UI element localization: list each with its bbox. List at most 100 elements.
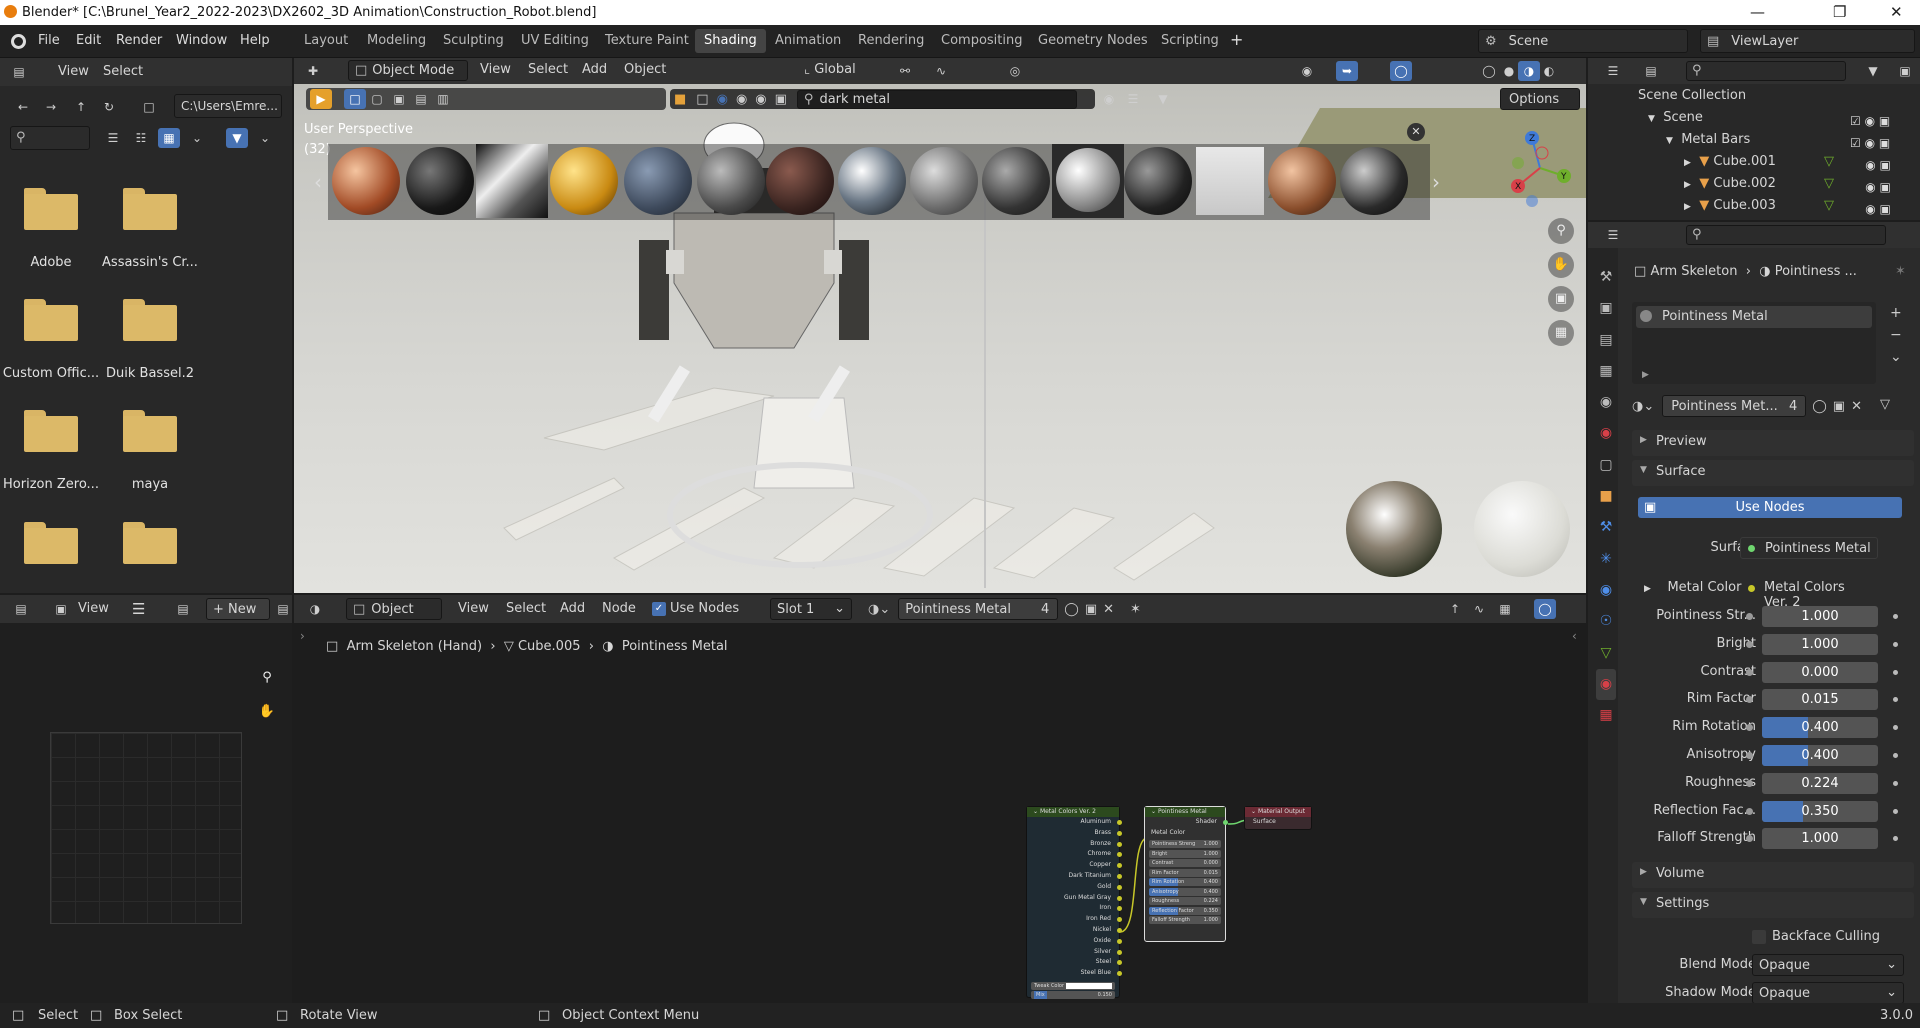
node-param-field[interactable]: Roughness 0.224: [1149, 897, 1221, 906]
socket-icon[interactable]: [1117, 895, 1122, 901]
ne-select-menu[interactable]: Select: [506, 601, 546, 616]
outliner-item-cube002[interactable]: ▶ ▼ Cube.002: [1684, 176, 1776, 191]
material-thumb[interactable]: [406, 147, 474, 215]
node-editor-panel[interactable]: ◑ □ Object View Select Add Node ✓ Use Nod…: [294, 595, 1586, 1003]
material-datablock[interactable]: ◑⌄ Pointiness Met... 4 ◯ ▣ ✕: [1632, 395, 1862, 417]
pin-icon[interactable]: ✶: [1895, 264, 1906, 279]
material-thumb[interactable]: [1196, 147, 1264, 215]
world-tab-icon[interactable]: ◉: [1596, 418, 1616, 449]
node-param-field[interactable]: Rim Factor 0.015: [1149, 868, 1221, 877]
pin-icon[interactable]: ✶: [1130, 602, 1141, 617]
fb-search-input[interactable]: ⚲: [10, 126, 90, 150]
collection-tab-icon[interactable]: ▢: [1596, 450, 1616, 481]
camera-icon[interactable]: ▣: [1548, 286, 1574, 312]
select-intersect-icon[interactable]: ▥: [432, 89, 454, 109]
orientation-dropdown[interactable]: ⌞ Global: [804, 62, 856, 77]
tab-geometry-nodes[interactable]: Geometry Nodes: [1029, 29, 1157, 53]
node-param-field[interactable]: Bright 1.000: [1149, 849, 1221, 858]
blend-mode-dropdown[interactable]: Opaque ⌄: [1752, 954, 1904, 976]
asset-obj-icon[interactable]: ◉: [736, 92, 747, 107]
pivot-icon[interactable]: ⚯: [894, 61, 916, 81]
view-layer-tab-icon[interactable]: ▦: [1596, 356, 1616, 387]
folder-icon[interactable]: [123, 299, 177, 341]
surface-shader-field[interactable]: Pointiness Metal: [1740, 537, 1878, 559]
menu-edit[interactable]: Edit: [76, 33, 101, 48]
tab-scripting[interactable]: Scripting: [1152, 29, 1228, 53]
param-slider[interactable]: 0.350: [1762, 800, 1878, 822]
outliner-item-cube003[interactable]: ▶ ▼ Cube.003: [1684, 198, 1776, 213]
select-subtract-icon[interactable]: ▣: [388, 89, 410, 109]
solid-shading-icon[interactable]: ●: [1498, 61, 1520, 81]
snap-icon[interactable]: ∿: [930, 61, 952, 81]
scene-collection-label[interactable]: Scene Collection: [1638, 88, 1746, 103]
new-collection-icon[interactable]: ▣: [1894, 61, 1916, 81]
asset-world-icon[interactable]: ◉: [717, 92, 728, 107]
visibility-icon[interactable]: ◉: [1296, 61, 1318, 81]
add-slot-icon[interactable]: +: [1890, 302, 1902, 324]
folder-icon[interactable]: [24, 188, 78, 230]
pan-hand-icon[interactable]: ✋: [1548, 252, 1574, 278]
fake-user-icon[interactable]: ◯: [1812, 399, 1827, 414]
select-box-icon[interactable]: □: [344, 89, 366, 109]
folder-icon[interactable]: [123, 188, 177, 230]
wireframe-shading-icon[interactable]: ◯: [1478, 61, 1500, 81]
keyframe-icon[interactable]: [1893, 780, 1898, 786]
socket-icon[interactable]: [1117, 820, 1122, 825]
filter-dropdown-icon[interactable]: ⌄: [254, 128, 276, 148]
mesh-data-icon[interactable]: ▽: [1824, 154, 1834, 169]
open-image-icon[interactable]: ▤: [272, 599, 294, 619]
slot-menu-icon[interactable]: ⌄: [1890, 346, 1902, 368]
param-slider[interactable]: 1.000: [1762, 633, 1878, 655]
vp-view-menu[interactable]: View: [480, 62, 511, 77]
chevron-down-icon[interactable]: ⌄: [186, 128, 208, 148]
properties-tabs[interactable]: ⚒ ▣ ▤ ▦ ◉ ◉ ▢ ■ ⚒ ✳ ◉ ☉ ▽ ◉ ▦: [1596, 262, 1616, 731]
editor-type-icon[interactable]: ✚: [302, 61, 324, 81]
socket-icon[interactable]: [1117, 884, 1122, 890]
fb-view-menu[interactable]: View: [58, 64, 89, 79]
parent-dir-icon[interactable]: ↑: [70, 97, 92, 117]
select-tool-icon[interactable]: ▶: [310, 89, 332, 109]
forward-icon[interactable]: →: [40, 97, 62, 117]
ne-node-menu[interactable]: Node: [602, 601, 636, 616]
node-editor-type-icon[interactable]: ◑: [304, 599, 326, 619]
material-thumb[interactable]: [1124, 147, 1192, 215]
blender-logo-icon[interactable]: [11, 34, 26, 49]
keyframe-icon[interactable]: [1893, 808, 1898, 814]
socket-icon[interactable]: [1117, 830, 1122, 836]
visibility-toggles[interactable]: ☑ ◉ ▣ ☑ ◉ ▣ ◉ ▣ ◉ ▣ ◉ ▣: [1850, 110, 1891, 220]
vp-add-menu[interactable]: Add: [582, 62, 607, 77]
tab-compositing[interactable]: Compositing: [932, 29, 1032, 53]
image-browse-icon[interactable]: ▤: [172, 599, 194, 619]
fb-path-field[interactable]: C:\Users\Emre...: [174, 94, 282, 118]
folder-icon[interactable]: [24, 299, 78, 341]
node-param-field[interactable]: Anisotropy 0.400: [1149, 887, 1221, 896]
material-slot-item[interactable]: Pointiness Metal: [1636, 306, 1872, 328]
metal-color-field[interactable]: Metal Colors Ver. 2: [1740, 577, 1878, 610]
param-slider[interactable]: 0.224: [1762, 772, 1878, 794]
material-thumb[interactable]: [766, 147, 834, 215]
tab-shading[interactable]: Shading: [695, 29, 766, 53]
node-material-output[interactable]: ⌄ Material Output Surface: [1244, 806, 1312, 830]
minimize-icon[interactable]: —: [1750, 3, 1765, 21]
outliner-filter-icon[interactable]: ▼: [1862, 61, 1884, 81]
socket-icon[interactable]: [1117, 938, 1122, 944]
tab-sculpting[interactable]: Sculpting: [434, 29, 513, 53]
display-mode-icon[interactable]: ▤: [1640, 61, 1662, 81]
slot-dropdown[interactable]: Slot 1 ⌄: [770, 598, 852, 620]
param-slider[interactable]: 0.000: [1762, 661, 1878, 683]
close-icon[interactable]: ✕: [1890, 3, 1903, 21]
chevron-right-icon[interactable]: ›: [300, 629, 305, 643]
node-param-field[interactable]: Contrast 0.000: [1149, 859, 1221, 868]
properties-editor-icon[interactable]: ☰: [1602, 225, 1624, 245]
object-tab-icon[interactable]: ■: [1596, 481, 1616, 512]
axis-gizmo[interactable]: Z Y X: [1500, 128, 1580, 208]
ne-view-menu[interactable]: View: [458, 601, 489, 616]
rendered-shading-icon[interactable]: ◐: [1538, 61, 1560, 81]
fake-user-icon[interactable]: ◯: [1064, 602, 1079, 617]
menu-help[interactable]: Help: [240, 33, 270, 48]
param-slider[interactable]: 1.000: [1762, 828, 1878, 850]
pan-hand-icon[interactable]: ✋: [254, 699, 280, 725]
keyframe-icon[interactable]: [1893, 669, 1898, 675]
node-param-field[interactable]: Falloff Strength 1.000: [1149, 916, 1221, 925]
eye-icon[interactable]: ◉: [1098, 89, 1120, 109]
